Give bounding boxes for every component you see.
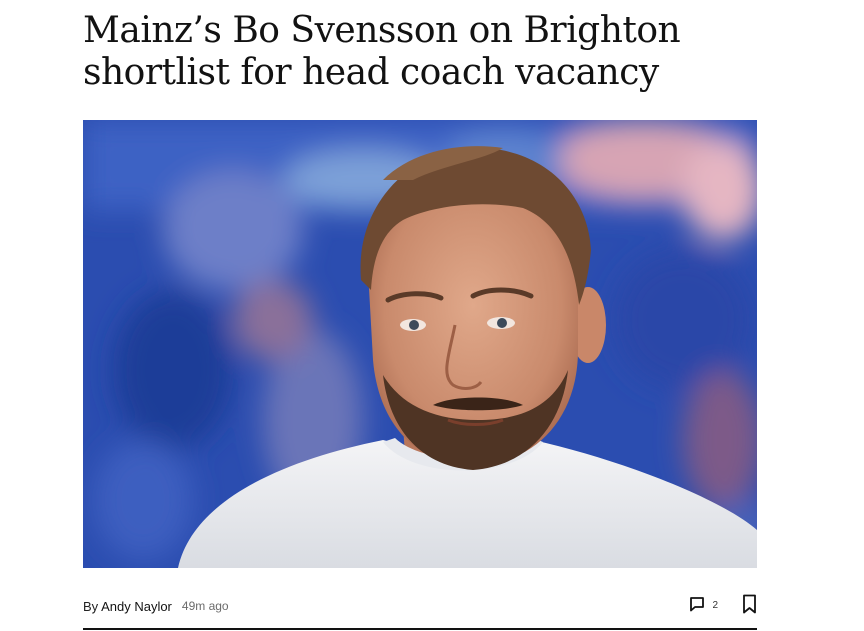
author-link[interactable]: Andy Naylor (101, 599, 172, 614)
comments-button[interactable]: 2 (689, 596, 742, 617)
byline: By Andy Naylor (83, 599, 172, 614)
comment-count: 2 (712, 599, 718, 611)
photo-illustration (83, 120, 757, 568)
byline-prefix: By (83, 598, 102, 614)
article-meta: By Andy Naylor 49m ago 2 (83, 594, 757, 618)
article-actions: 2 (689, 594, 757, 619)
article: Mainz’s Bo Svensson on Brighton shortlis… (83, 0, 757, 631)
bookmark-icon (742, 594, 757, 619)
timestamp: 49m ago (181, 599, 229, 613)
comment-bubble-icon (689, 596, 705, 617)
article-photo[interactable] (83, 120, 757, 568)
divider (83, 628, 757, 630)
article-headline[interactable]: Mainz’s Bo Svensson on Brighton shortlis… (83, 10, 757, 94)
bookmark-button[interactable] (742, 594, 757, 619)
